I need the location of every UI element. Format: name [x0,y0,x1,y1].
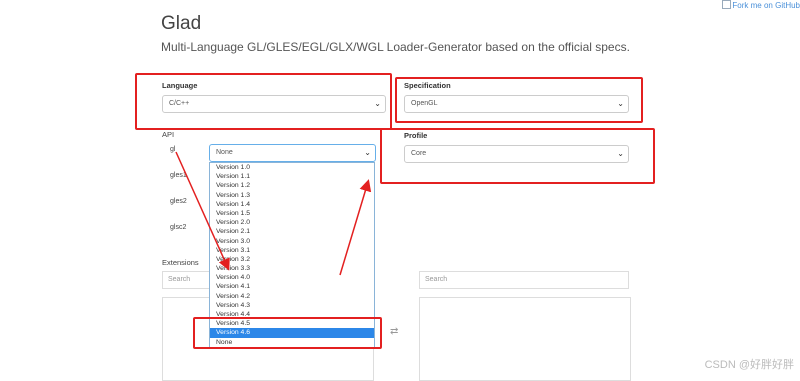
watermark-text: CSDN @好胖好胖 [704,359,794,371]
arrow-to-profile [339,179,372,276]
arrow-to-version-list [175,151,230,271]
annotation-arrows [175,151,372,276]
